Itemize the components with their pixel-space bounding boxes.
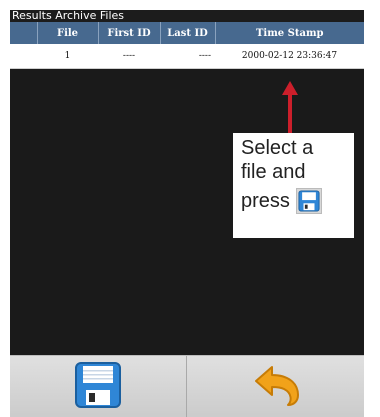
column-header-first-id[interactable]: First ID <box>98 22 161 44</box>
table-header-row: File First ID Last ID Time Stamp <box>10 22 364 44</box>
instruction-callout: Select a file and press <box>233 133 354 238</box>
column-header-time-stamp[interactable]: Time Stamp <box>215 22 364 44</box>
files-table: File First ID Last ID Time Stamp 1 ---- … <box>10 22 364 69</box>
back-button[interactable] <box>187 356 364 417</box>
undo-arrow-icon <box>248 363 304 411</box>
callout-line-3: press <box>241 188 354 214</box>
window-title-bar: Results Archive Files <box>10 10 364 22</box>
column-header-select <box>10 22 38 44</box>
pointer-arrow-icon <box>282 81 298 133</box>
save-icon <box>74 361 122 413</box>
column-header-last-id[interactable]: Last ID <box>160 22 216 44</box>
cell-time-stamp[interactable]: 2000-02-12 23:36:47 <box>215 44 364 69</box>
callout-line-1: Select a <box>241 137 314 159</box>
save-icon <box>295 188 322 214</box>
save-button[interactable] <box>10 356 187 417</box>
cell-first-id[interactable]: ---- <box>98 44 160 69</box>
cell-last-id[interactable]: ---- <box>160 44 215 69</box>
callout-press-text: press <box>241 190 290 212</box>
callout-line-2: file and <box>241 161 306 183</box>
bottom-toolbar <box>10 355 364 417</box>
cell-file[interactable]: 1 <box>37 44 98 69</box>
table-row[interactable]: 1 ---- ---- 2000-02-12 23:36:47 <box>10 44 364 69</box>
column-header-file[interactable]: File <box>37 22 99 44</box>
row-selector-cell[interactable] <box>10 44 37 69</box>
window-title: Results Archive Files <box>12 10 125 22</box>
